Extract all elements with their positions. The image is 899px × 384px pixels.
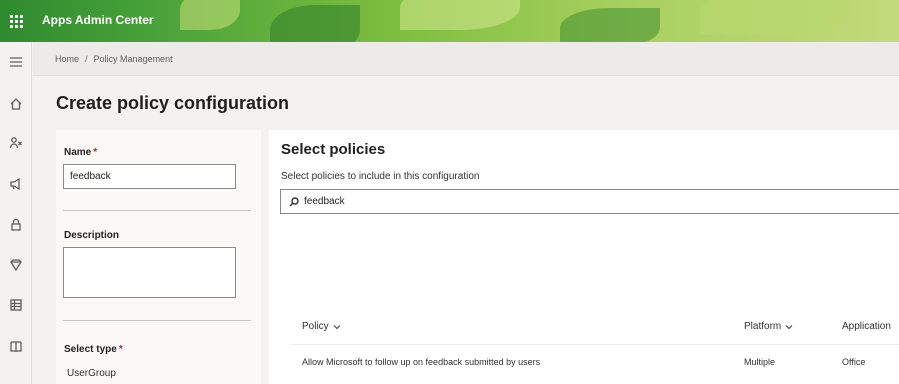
left-navigation — [0, 42, 32, 384]
platform-cell: Multiple — [744, 357, 776, 367]
chevron-down-icon — [333, 324, 341, 329]
banner-decoration — [180, 0, 240, 30]
shield-icon[interactable] — [0, 250, 32, 280]
table-header-divider — [291, 344, 899, 345]
divider — [63, 320, 251, 321]
select-type-label: Select type * — [64, 344, 123, 355]
breadcrumb-bar: Home / Policy Management — [33, 42, 899, 76]
book-icon[interactable] — [0, 332, 32, 362]
breadcrumb-current: Policy Management — [93, 54, 173, 64]
name-label-text: Name — [64, 147, 92, 158]
column-header-application-label: Application — [842, 321, 891, 332]
banner-decoration — [400, 0, 520, 30]
lock-icon[interactable] — [0, 210, 32, 240]
breadcrumb: Home / Policy Management — [55, 54, 173, 64]
home-icon[interactable] — [0, 89, 32, 119]
application-cell: Office — [842, 357, 866, 367]
top-bar: Apps Admin Center — [0, 0, 899, 42]
chevron-down-icon — [785, 324, 793, 329]
users-icon[interactable] — [0, 128, 32, 158]
required-marker: * — [93, 147, 98, 158]
name-label: Name * — [64, 147, 97, 158]
search-icon — [289, 196, 299, 206]
column-header-policy-label: Policy — [302, 321, 329, 332]
description-label: Description — [64, 230, 120, 241]
select-type-label-text: Select type — [64, 344, 117, 355]
column-header-platform-label: Platform — [744, 321, 782, 332]
menu-icon[interactable] — [0, 47, 32, 77]
type-option-usergroup[interactable]: UserGroup — [67, 368, 116, 379]
policy-cell: Allow Microsoft to follow up on feedback… — [302, 357, 541, 367]
select-policies-subtitle: Select policies to include in this confi… — [281, 171, 480, 182]
banner-decoration — [700, 0, 850, 35]
column-header-platform[interactable]: Platform — [744, 321, 793, 332]
banner-decoration — [270, 5, 360, 42]
column-header-policy[interactable]: Policy — [302, 321, 341, 332]
breadcrumb-home-link[interactable]: Home — [55, 54, 79, 64]
policy-search-input[interactable] — [304, 196, 864, 207]
app-launcher-icon[interactable] — [0, 0, 32, 42]
select-policies-panel: Select policies Select policies to inclu… — [269, 130, 899, 384]
description-textarea[interactable] — [63, 247, 236, 298]
page-title: Create policy configuration — [56, 93, 290, 113]
required-marker: * — [118, 344, 123, 355]
banner-decoration — [560, 8, 660, 42]
app-title[interactable]: Apps Admin Center — [42, 13, 154, 27]
column-header-application[interactable]: Application — [842, 321, 891, 332]
megaphone-icon[interactable] — [0, 169, 32, 199]
grid-icon[interactable] — [0, 290, 32, 320]
name-input[interactable] — [63, 164, 236, 189]
breadcrumb-separator: / — [85, 54, 88, 64]
divider — [63, 210, 251, 211]
configuration-form: Name* Description Select type* UserGroup — [56, 130, 261, 384]
policy-search-box[interactable] — [280, 189, 899, 214]
select-policies-title: Select policies — [281, 141, 386, 158]
